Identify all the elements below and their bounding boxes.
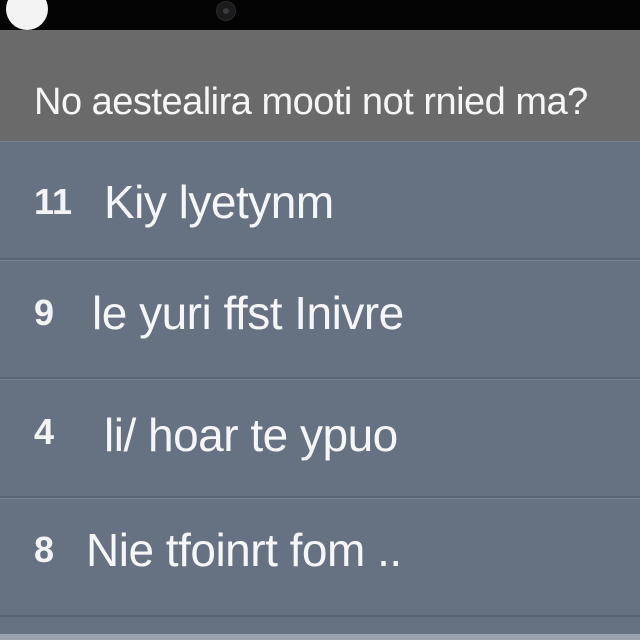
bottom-edge bbox=[0, 634, 640, 640]
item-label: Nie tfoinrt fom .. bbox=[86, 524, 402, 576]
list-item-4[interactable]: 8 Nie tfoinrt fom .. bbox=[0, 498, 640, 617]
camera-icon bbox=[217, 2, 235, 20]
item-label: le yuri ffst Inivre bbox=[92, 287, 404, 339]
header-title: No aestealira mooti not rnied ma? bbox=[34, 81, 588, 123]
item-number: 4 bbox=[34, 411, 55, 452]
list-item-3[interactable]: 4 li/ hoar te ypuo bbox=[0, 379, 640, 498]
item-label: li/ hoar te ypuo bbox=[104, 409, 398, 461]
top-bar bbox=[0, 0, 640, 30]
header: No aestealira mooti not rnied ma? bbox=[0, 30, 640, 141]
option-list: 11 Kiy lyetynm 9 le yuri ffst Inivre 4 l… bbox=[0, 141, 640, 640]
status-dot-icon bbox=[6, 0, 48, 30]
list-item-1[interactable]: 11 Kiy lyetynm bbox=[0, 141, 640, 260]
item-number: 8 bbox=[34, 529, 55, 570]
item-number: 9 bbox=[34, 292, 55, 333]
item-number: 11 bbox=[34, 181, 73, 222]
list-item-2[interactable]: 9 le yuri ffst Inivre bbox=[0, 260, 640, 379]
item-label: Kiy lyetynm bbox=[104, 176, 334, 228]
screen: No aestealira mooti not rnied ma? 11 Kiy… bbox=[0, 0, 640, 640]
